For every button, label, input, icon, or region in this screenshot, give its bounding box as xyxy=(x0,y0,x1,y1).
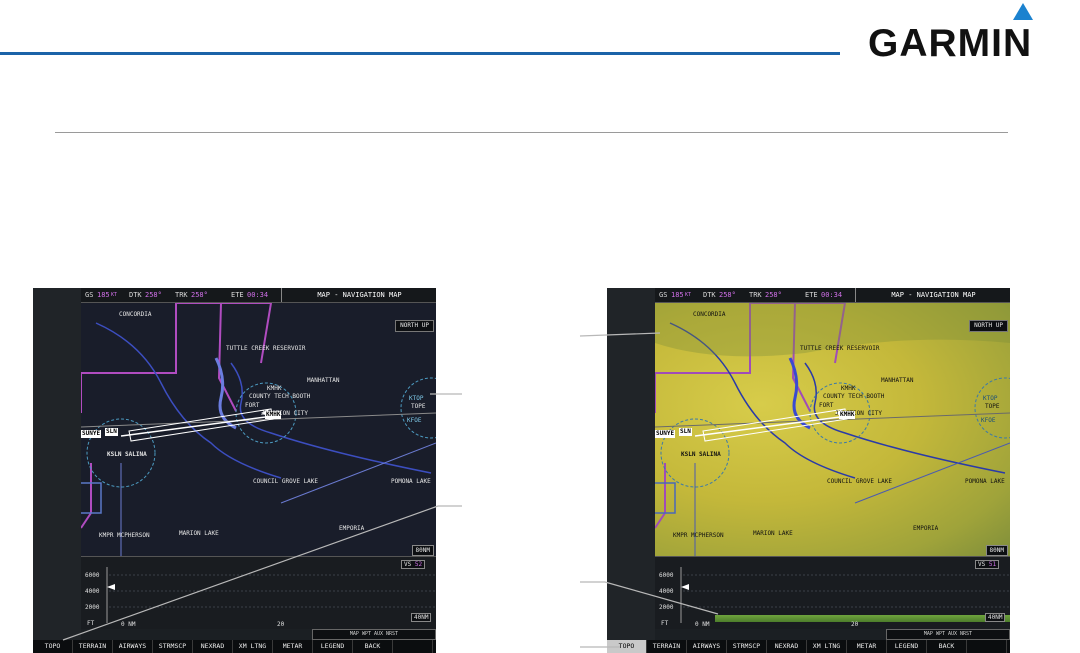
callout-layer xyxy=(0,0,1080,653)
callout-line-softkey xyxy=(62,505,439,641)
callout-lines xyxy=(62,332,719,648)
callout-line-profile xyxy=(604,581,719,615)
callout-line-topo-map xyxy=(579,332,661,337)
